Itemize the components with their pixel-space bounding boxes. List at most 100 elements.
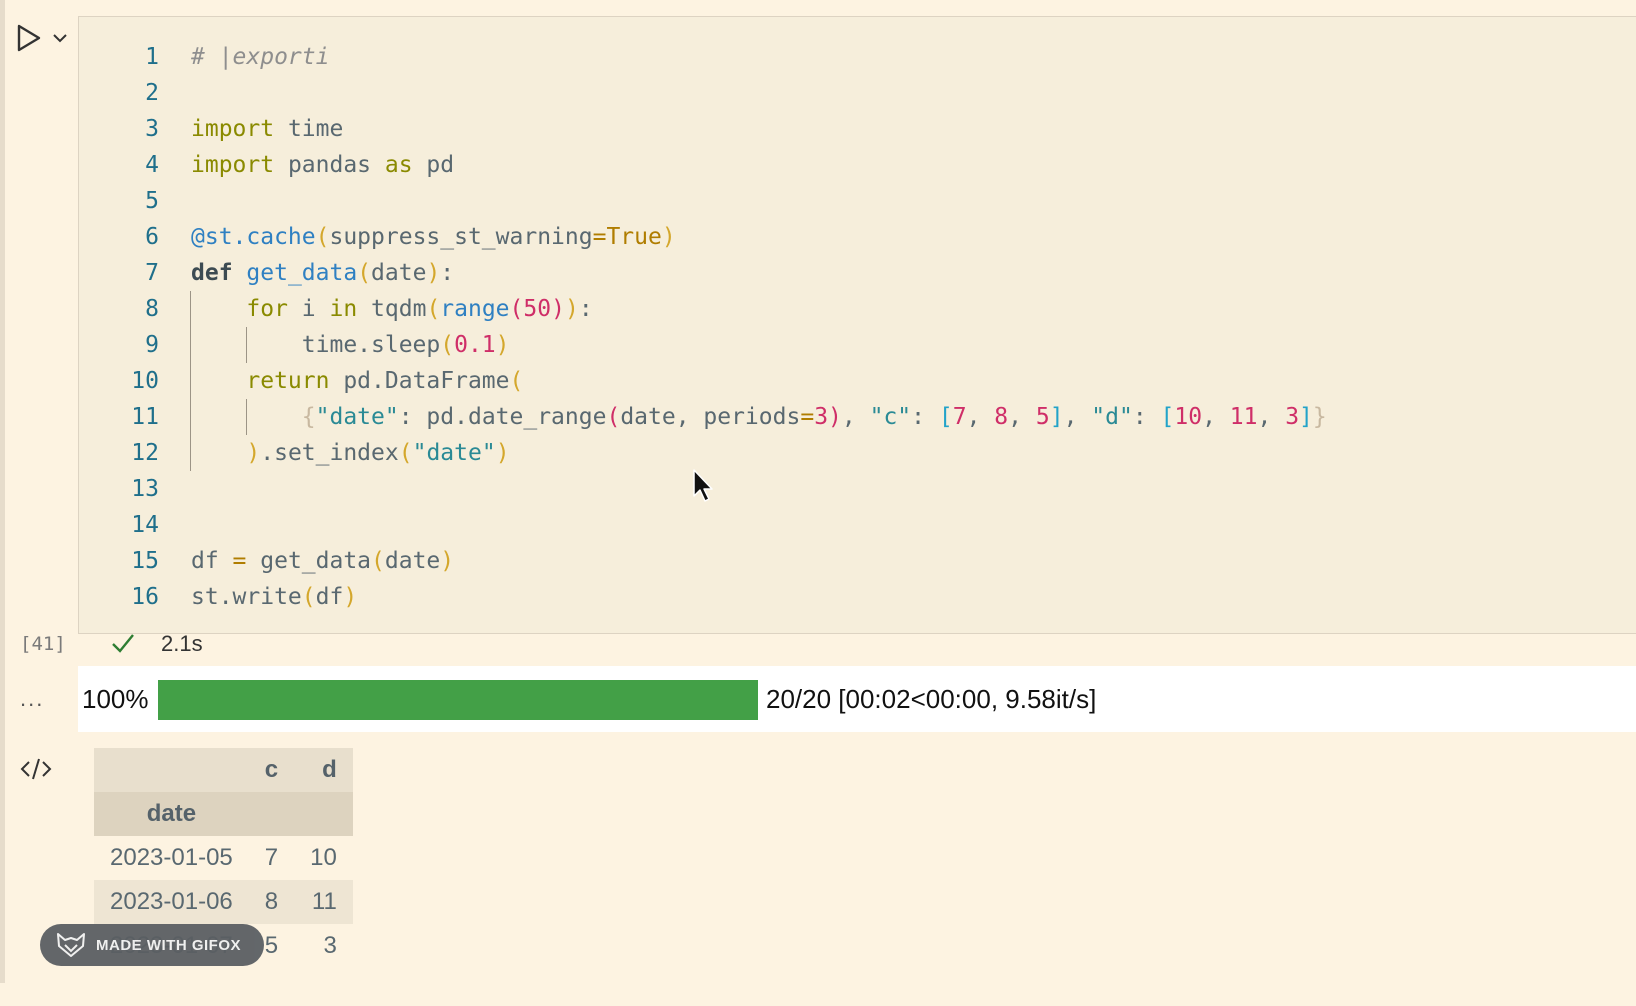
progress-output: 100% 20/20 [00:02<00:00, 9.58it/s] <box>78 666 1636 732</box>
table-cell: 7 <box>264 844 279 871</box>
code-token: "c" <box>869 404 912 430</box>
execution-count: [41] <box>20 633 66 655</box>
code-token: "date" <box>412 440 496 466</box>
code-line[interactable]: 1 # |exporti <box>79 39 1636 75</box>
code-token: ( <box>606 404 621 430</box>
line-number: 11 <box>131 404 159 430</box>
code-icon[interactable] <box>20 756 52 787</box>
code-line[interactable]: 11 {"date": pd.date_range(date, periods=… <box>79 399 1636 435</box>
index-cell: 2023-01-05 <box>110 844 233 871</box>
code-token: pandas <box>274 152 385 178</box>
code-text: @st.cache(suppress_st_warning=True) <box>191 219 676 255</box>
column-header-c: c <box>264 756 279 783</box>
line-number: 7 <box>145 260 159 286</box>
line-number: 1 <box>145 44 159 70</box>
code-token: for <box>246 296 288 322</box>
code-token: , <box>841 404 870 430</box>
code-token: ( <box>398 440 413 466</box>
code-text: df = get_data(date) <box>191 543 454 579</box>
code-token: time.sleep <box>191 332 441 358</box>
code-line[interactable]: 16 st.write(df) <box>79 579 1636 615</box>
line-number: 13 <box>131 476 159 502</box>
mouse-cursor-icon <box>692 468 716 509</box>
code-token: def <box>191 260 233 286</box>
code-token: 11 <box>1229 404 1258 430</box>
code-text: for i in tqdm(range(50)): <box>191 291 593 327</box>
check-icon <box>110 630 136 661</box>
code-token: range <box>440 296 510 322</box>
code-token: [ <box>1160 404 1175 430</box>
code-token: , <box>1257 404 1286 430</box>
line-number: 15 <box>131 548 159 574</box>
code-line[interactable]: 5 <box>79 183 1636 219</box>
code-token: : <box>440 260 455 286</box>
code-text: # |exporti <box>191 39 329 75</box>
play-icon[interactable] <box>17 24 41 52</box>
table-index-name-row: date <box>94 792 353 836</box>
run-controls <box>16 22 76 62</box>
code-token: ( <box>509 296 524 322</box>
column-header-d: d <box>322 756 337 783</box>
code-line[interactable]: 13 <box>79 471 1636 507</box>
code-token: i <box>287 296 330 322</box>
progress-stats: 20/20 [00:02<00:00, 9.58it/s] <box>766 684 1097 714</box>
code-token: in <box>329 296 358 322</box>
code-token: pd.DataFrame <box>329 368 510 394</box>
code-token: = <box>592 224 607 250</box>
code-text: {"date": pd.date_range(date, periods=3),… <box>191 399 1327 435</box>
code-line[interactable]: 14 <box>79 507 1636 543</box>
code-token: date, periods <box>620 404 801 430</box>
code-token: ) <box>495 440 510 466</box>
line-number: 12 <box>131 440 159 466</box>
code-token: , <box>966 404 995 430</box>
code-token: ) <box>495 332 510 358</box>
code-token: : <box>578 296 593 322</box>
code-line[interactable]: 15 df = get_data(date) <box>79 543 1636 579</box>
code-token: ) <box>661 224 676 250</box>
code-token: date <box>384 548 441 574</box>
line-number: 6 <box>145 224 159 250</box>
code-token: : <box>911 404 939 430</box>
code-text: import time <box>191 111 343 147</box>
code-line[interactable]: 4 import pandas as pd <box>79 147 1636 183</box>
line-number: 9 <box>145 332 159 358</box>
chevron-down-icon[interactable] <box>53 34 67 43</box>
code-editor[interactable]: 1 # |exporti 2 3 import time 4 import pandas a… <box>78 16 1636 634</box>
code-token: , <box>1063 404 1092 430</box>
code-text: return pd.DataFrame( <box>191 363 523 399</box>
output-more-button[interactable]: ... <box>20 686 44 712</box>
code-line[interactable]: 3 import time <box>79 111 1636 147</box>
code-token: , <box>1202 404 1230 430</box>
table-cell: 8 <box>264 888 279 915</box>
code-token: = <box>232 548 247 574</box>
code-line[interactable]: 7 def get_data(date): <box>79 255 1636 291</box>
code-token: ( <box>440 332 455 358</box>
code-line[interactable]: 10 return pd.DataFrame( <box>79 363 1636 399</box>
code-token: = <box>800 404 815 430</box>
code-token: get_data <box>246 548 372 574</box>
table-header-row: c d <box>94 748 353 792</box>
execution-time: 2.1s <box>161 631 203 656</box>
line-number: 10 <box>131 368 159 394</box>
code-token: df <box>191 548 233 574</box>
code-line[interactable]: 8 for i in tqdm(range(50)): <box>79 291 1636 327</box>
code-token: # |exporti <box>191 44 330 70</box>
code-token: 50 <box>523 296 552 322</box>
code-token: } <box>1312 404 1327 430</box>
code-token: : <box>1132 404 1161 430</box>
index-cell: 2023-01-06 <box>110 888 233 915</box>
code-text: def get_data(date): <box>191 255 454 291</box>
code-line[interactable]: 9 time.sleep(0.1) <box>79 327 1636 363</box>
code-line[interactable]: 6 @st.cache(suppress_st_warning=True) <box>79 219 1636 255</box>
line-number: 16 <box>131 584 159 610</box>
code-token: ( <box>426 296 441 322</box>
code-token: pd <box>412 152 455 178</box>
code-line[interactable]: 12 ).set_index("date") <box>79 435 1636 471</box>
code-token: ( <box>371 548 385 574</box>
code-token: "date" <box>315 404 399 430</box>
code-token: ) <box>440 548 455 574</box>
code-line[interactable]: 2 <box>79 75 1636 111</box>
code-token: ) <box>564 296 579 322</box>
